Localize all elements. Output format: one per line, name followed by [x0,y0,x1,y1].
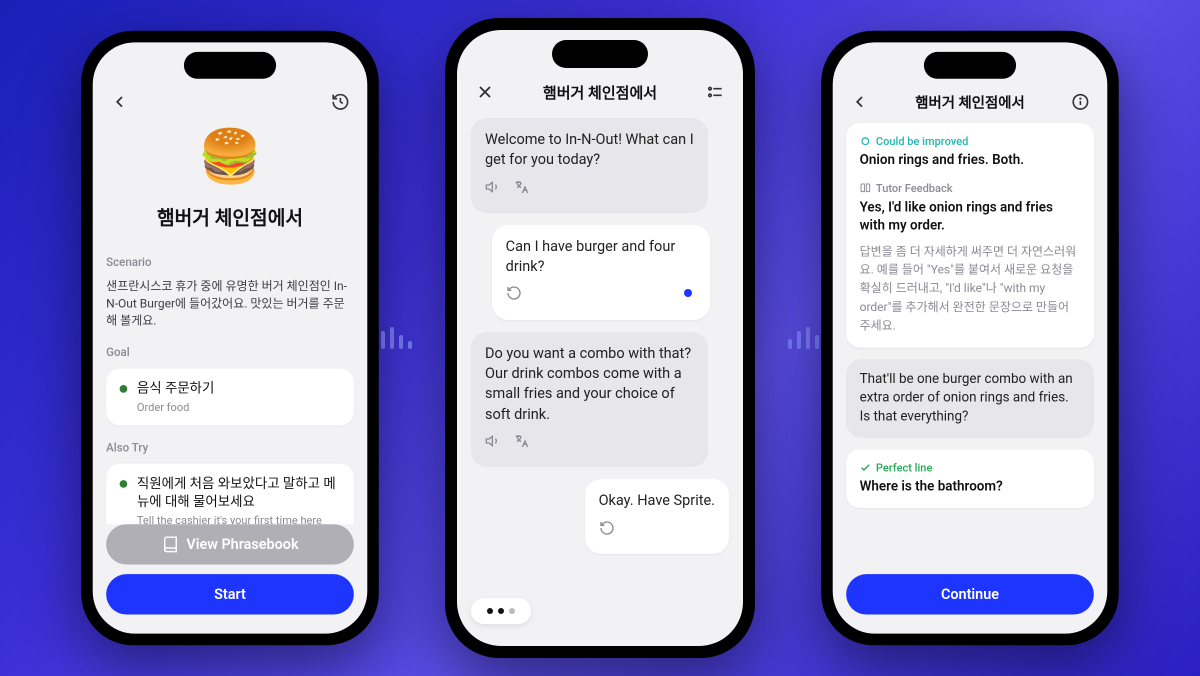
tutor-explanation: 답변을 좀 더 자세하게 써주면 더 자연스러워요. 예를 들어 "Yes"를 … [860,243,1081,336]
bot-text: Do you want a combo with that? Our drink… [485,345,691,423]
start-button[interactable]: Start [106,574,354,614]
feedback-content[interactable]: Could be improved Onion rings and fries.… [833,123,1108,574]
phone-notch [924,52,1016,79]
phone-notch [184,52,276,79]
correction-indicator-icon[interactable] [684,289,692,297]
book-icon [860,182,872,194]
continue-label: Continue [941,586,999,603]
bot-message: Do you want a combo with that? Our drink… [471,332,708,467]
scenario-title: 햄버거 체인점에서 [106,203,354,231]
scenario-emoji: 🍔 [106,127,354,187]
phrasebook-label: View Phrasebook [186,536,298,553]
feedback-card-improve: Could be improved Onion rings and fries.… [846,123,1094,347]
goal-card[interactable]: 음식 주문하기 Order food [106,369,354,426]
navbar [93,85,368,123]
close-icon[interactable] [473,80,497,104]
feedback-card-perfect: Perfect line Where is the bathroom? [846,450,1094,508]
feedback-title: 햄버거 체인점에서 [871,92,1069,112]
improve-text: Onion rings and fries. Both. [860,152,1081,170]
navbar: 햄버거 체인점에서 [833,85,1108,123]
improve-tag-label: Could be improved [876,134,968,147]
book-icon [161,536,178,553]
back-icon[interactable] [848,90,871,113]
chat-thread[interactable]: Welcome to In-N-Out! What can I get for … [457,114,743,592]
perfect-line-tag: Perfect line [860,461,1081,474]
speaker-icon[interactable] [485,433,501,455]
screen-chat: 햄버거 체인점에서 Welcome to In-N-Out! What can … [457,30,743,646]
history-icon[interactable] [329,90,352,113]
scenario-content: 🍔 햄버거 체인점에서 Scenario 샌프란시스코 휴가 중에 유명한 버거… [93,123,368,524]
navbar: 햄버거 체인점에서 [457,74,743,114]
goal-sub: Order food [137,401,215,414]
bot-reply: That'll be one burger combo with an extr… [846,359,1094,438]
also-try-sub: Tell the cashier it's your first time he… [137,514,341,525]
scenario-text: 샌프란시스코 휴가 중에 유명한 버거 체인점인 In-N-Out Burger… [106,278,354,330]
scenario-label: Scenario [106,255,354,268]
continue-button[interactable]: Continue [846,574,1094,614]
bot-text: Welcome to In-N-Out! What can I get for … [485,131,694,168]
check-icon [860,462,872,474]
user-message: Can I have burger and four drink? [492,225,710,320]
back-icon[interactable] [108,90,131,113]
view-phrasebook-button[interactable]: View Phrasebook [106,524,354,564]
tutor-tag-label: Tutor Feedback [876,181,953,194]
phone-feedback: 햄버거 체인점에서 Could be improved Onion rings … [821,31,1119,645]
screen-scenario: 🍔 햄버거 체인점에서 Scenario 샌프란시스코 휴가 중에 유명한 버거… [93,42,368,633]
bot-message: Welcome to In-N-Out! What can I get for … [471,118,708,213]
tutor-text: Yes, I'd like onion rings and fries with… [860,199,1081,235]
chat-title: 햄버거 체인점에서 [497,82,703,103]
user-message: Okay. Have Sprite. [585,479,729,554]
screen-feedback: 햄버거 체인점에서 Could be improved Onion rings … [833,42,1108,633]
phone-scenario: 🍔 햄버거 체인점에서 Scenario 샌프란시스코 휴가 중에 유명한 버거… [81,31,379,645]
typing-indicator [471,598,531,624]
bullet-icon [120,480,128,488]
also-try-card[interactable]: 직원에게 처음 와보았다고 말하고 메뉴에 대해 물어보세요 Tell the … [106,464,354,524]
settings-icon[interactable] [703,80,727,104]
info-icon[interactable] [1069,90,1092,113]
phone-notch [552,40,648,68]
bottom-buttons: View Phrasebook Start [93,524,368,633]
phone-chat: 햄버거 체인점에서 Welcome to In-N-Out! What can … [445,18,755,658]
user-text: Okay. Have Sprite. [599,492,715,509]
bullet-icon [120,385,128,393]
tutor-feedback-tag: Tutor Feedback [860,181,1081,194]
also-try-label: Also Try [106,441,354,454]
speaker-icon[interactable] [485,179,501,201]
circle-icon [860,135,872,147]
goal-label: Goal [106,346,354,359]
translate-icon[interactable] [513,433,529,455]
also-try-title: 직원에게 처음 와보았다고 말하고 메뉴에 대해 물어보세요 [137,476,341,512]
perfect-tag-label: Perfect line [876,461,932,474]
user-text: Can I have burger and four drink? [506,238,676,275]
goal-title: 음식 주문하기 [137,381,215,399]
retry-icon[interactable] [599,520,615,542]
translate-icon[interactable] [513,179,529,201]
retry-icon[interactable] [506,285,522,307]
could-be-improved-tag: Could be improved [860,134,1081,147]
start-label: Start [214,586,246,603]
bottom-buttons: Continue [833,574,1108,634]
perfect-text: Where is the bathroom? [860,478,1081,496]
bot-reply-text: That'll be one burger combo with an extr… [860,371,1073,424]
